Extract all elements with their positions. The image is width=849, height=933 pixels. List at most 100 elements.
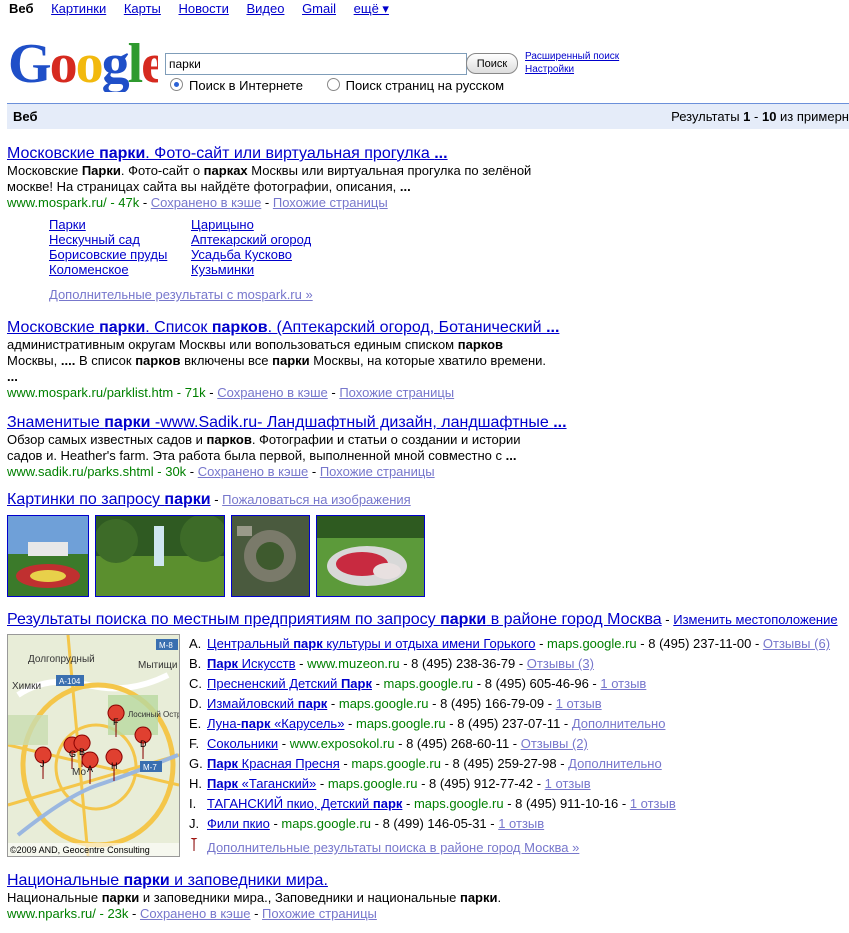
local-more-link[interactable]: Дополнительные результаты поиска в район… xyxy=(207,840,579,855)
results-to: 10 xyxy=(761,109,777,124)
sitelink[interactable]: Усадьба Кусково xyxy=(191,247,292,262)
reviews-link[interactable]: Отзывы (2) xyxy=(521,736,588,751)
result-url: www.mospark.ru/ xyxy=(7,195,107,210)
sitelink[interactable]: Парки xyxy=(49,217,86,232)
map-label: Мытищи xyxy=(138,660,178,671)
result-title-link[interactable]: Московские парки. Список парков. (Аптека… xyxy=(7,319,559,336)
local-result-link[interactable]: Центральный парк культуры и отдыха имени… xyxy=(207,636,535,651)
map-label: М-7 xyxy=(143,763,157,772)
similar-link[interactable]: Похожие страницы xyxy=(339,385,454,400)
local-result-link[interactable]: Фили пкио xyxy=(207,816,270,831)
svg-text:A: A xyxy=(87,764,93,774)
reviews-link[interactable]: 1 отзыв xyxy=(630,796,676,811)
cached-link[interactable]: Сохранено в кэше xyxy=(151,195,262,210)
cached-link[interactable]: Сохранено в кэше xyxy=(140,906,251,921)
map-label: Долгопрудный xyxy=(28,654,95,665)
results-bar-label: Веб xyxy=(13,109,38,124)
svg-text:Google: Google xyxy=(8,33,158,92)
park-photo-3 xyxy=(317,516,424,596)
settings-link[interactable]: Настройки xyxy=(525,64,574,75)
local-result-row: B. Парк Искусств - www.muzeon.ru - 8 (495… xyxy=(189,656,594,671)
change-location-link[interactable]: Изменить местоположение xyxy=(673,612,837,627)
map-label: Лосиный Остров xyxy=(128,710,179,719)
nav-gmail[interactable]: Gmail xyxy=(302,1,336,16)
cached-link[interactable]: Сохранено в кэше xyxy=(217,385,328,400)
google-logo-image: Google xyxy=(8,33,167,95)
result-size: 47k xyxy=(118,195,140,210)
map-copyright: ©2009 AND, Geocentre Consulting xyxy=(10,845,150,855)
local-result-link[interactable]: Луна-парк «Карусель» xyxy=(207,716,344,731)
nav-news[interactable]: Новости xyxy=(179,1,229,16)
search-button[interactable]: Поиск xyxy=(466,53,518,74)
cached-link[interactable]: Сохранено в кэше xyxy=(198,464,309,479)
results-prefix: Результаты xyxy=(671,109,744,124)
local-result-row: G. Парк Красная Пресня - maps.google.ru -… xyxy=(189,756,662,771)
local-results-link[interactable]: Результаты поиска по местным предприятия… xyxy=(7,611,662,628)
local-result-link[interactable]: Измайловский парк xyxy=(207,696,327,711)
reviews-link[interactable]: Отзывы (3) xyxy=(527,656,594,671)
image-thumbnail[interactable] xyxy=(7,515,89,597)
report-images-link[interactable]: Пожаловаться на изображения xyxy=(222,492,411,507)
radio-web[interactable] xyxy=(170,78,183,91)
result-title-link[interactable]: Знаменитые парки -www.Sadik.ru- Ландшафт… xyxy=(7,414,567,431)
more-info-link[interactable]: Дополнительно xyxy=(572,716,666,731)
image-thumbnail[interactable] xyxy=(231,515,310,597)
search-result: Московские парки. Список парков. (Аптека… xyxy=(7,318,587,401)
result-title-link[interactable]: Национальные парки и заповедники мира. xyxy=(7,872,328,889)
local-result-row: E. Луна-парк «Карусель» - maps.google.ru … xyxy=(189,716,666,731)
nav-web: Веб xyxy=(9,1,34,16)
svg-text:H: H xyxy=(111,761,118,771)
image-thumbnail[interactable] xyxy=(95,515,225,597)
similar-link[interactable]: Похожие страницы xyxy=(262,906,377,921)
reviews-link[interactable]: 1 отзыв xyxy=(600,676,646,691)
images-header-link[interactable]: Картинки по запросу парки xyxy=(7,491,211,508)
result-snippet: Московские Парки. Фото-сайт о парках Мос… xyxy=(7,163,532,194)
results-bar: Веб Результаты 1 - 10 из примерн xyxy=(7,103,849,129)
radio-russian-label[interactable]: Поиск страниц на русском xyxy=(346,78,505,93)
google-logo[interactable]: Google xyxy=(8,30,167,95)
nav-images[interactable]: Картинки xyxy=(51,1,106,16)
sitelink[interactable]: Коломенское xyxy=(49,262,129,277)
results-suffix: из примерн xyxy=(776,109,849,124)
local-result-link[interactable]: Пресненский Детский Парк xyxy=(207,676,372,691)
local-results-list: A. Центральный парк культуры и отдыха име… xyxy=(189,634,830,858)
sitelink[interactable]: Царицыно xyxy=(191,217,254,232)
sitelink[interactable]: Борисовские пруды xyxy=(49,247,167,262)
similar-link[interactable]: Похожие страницы xyxy=(273,195,388,210)
reviews-link[interactable]: 1 отзыв xyxy=(545,776,591,791)
local-result-link[interactable]: Парк «Таганский» xyxy=(207,776,316,791)
local-map[interactable]: Долгопрудный Мытищи Химки М-8 А-104 Лоси… xyxy=(7,634,180,857)
radio-russian[interactable] xyxy=(326,78,340,91)
sitelink[interactable]: Нескучный сад xyxy=(49,232,140,247)
result-title-link[interactable]: Московские парки. Фото-сайт или виртуаль… xyxy=(7,145,448,162)
local-result-link[interactable]: ТАГАНСКИЙ пкио, Детский парк xyxy=(207,796,402,811)
result-size: 23k xyxy=(107,906,129,921)
similar-link[interactable]: Похожие страницы xyxy=(320,464,435,479)
search-input[interactable] xyxy=(165,53,467,75)
result-size: 71k xyxy=(184,385,206,400)
reviews-link[interactable]: Отзывы (6) xyxy=(763,636,830,651)
search-result: Московские парки. Фото-сайт или виртуаль… xyxy=(7,144,587,211)
sitelink[interactable]: Аптекарский огород xyxy=(191,232,311,247)
radio-web-label[interactable]: Поиск в Интернете xyxy=(189,78,303,93)
local-results-header: Результаты поиска по местным предприятия… xyxy=(7,611,838,628)
map-label: Химки xyxy=(12,681,41,692)
advanced-search-link[interactable]: Расширенный поиск xyxy=(525,51,619,62)
svg-text:J: J xyxy=(40,759,45,769)
image-thumbnail[interactable] xyxy=(316,515,425,597)
local-result-row: C. Пресненский Детский Парк - maps.google… xyxy=(189,676,647,691)
sitelinks-more-link[interactable]: Дополнительные результаты с mospark.ru » xyxy=(49,287,313,302)
nav-video[interactable]: Видео xyxy=(246,1,284,16)
reviews-link[interactable]: 1 отзыв xyxy=(556,696,602,711)
nav-maps[interactable]: Карты xyxy=(124,1,161,16)
park-photo-1 xyxy=(8,516,88,596)
local-result-link[interactable]: Парк Красная Пресня xyxy=(207,756,340,771)
local-result-link[interactable]: Парк Искусств xyxy=(207,656,296,671)
search-result: Национальные парки и заповедники мира. Н… xyxy=(7,871,607,922)
reviews-link[interactable]: 1 отзыв xyxy=(498,816,544,831)
local-result-link[interactable]: Сокольники xyxy=(207,736,278,751)
nav-more[interactable]: ещё ▾ xyxy=(354,1,389,16)
more-info-link[interactable]: Дополнительно xyxy=(568,756,662,771)
sitelink[interactable]: Кузьминки xyxy=(191,262,254,277)
results-count: Результаты 1 - 10 из примерн xyxy=(671,104,849,129)
